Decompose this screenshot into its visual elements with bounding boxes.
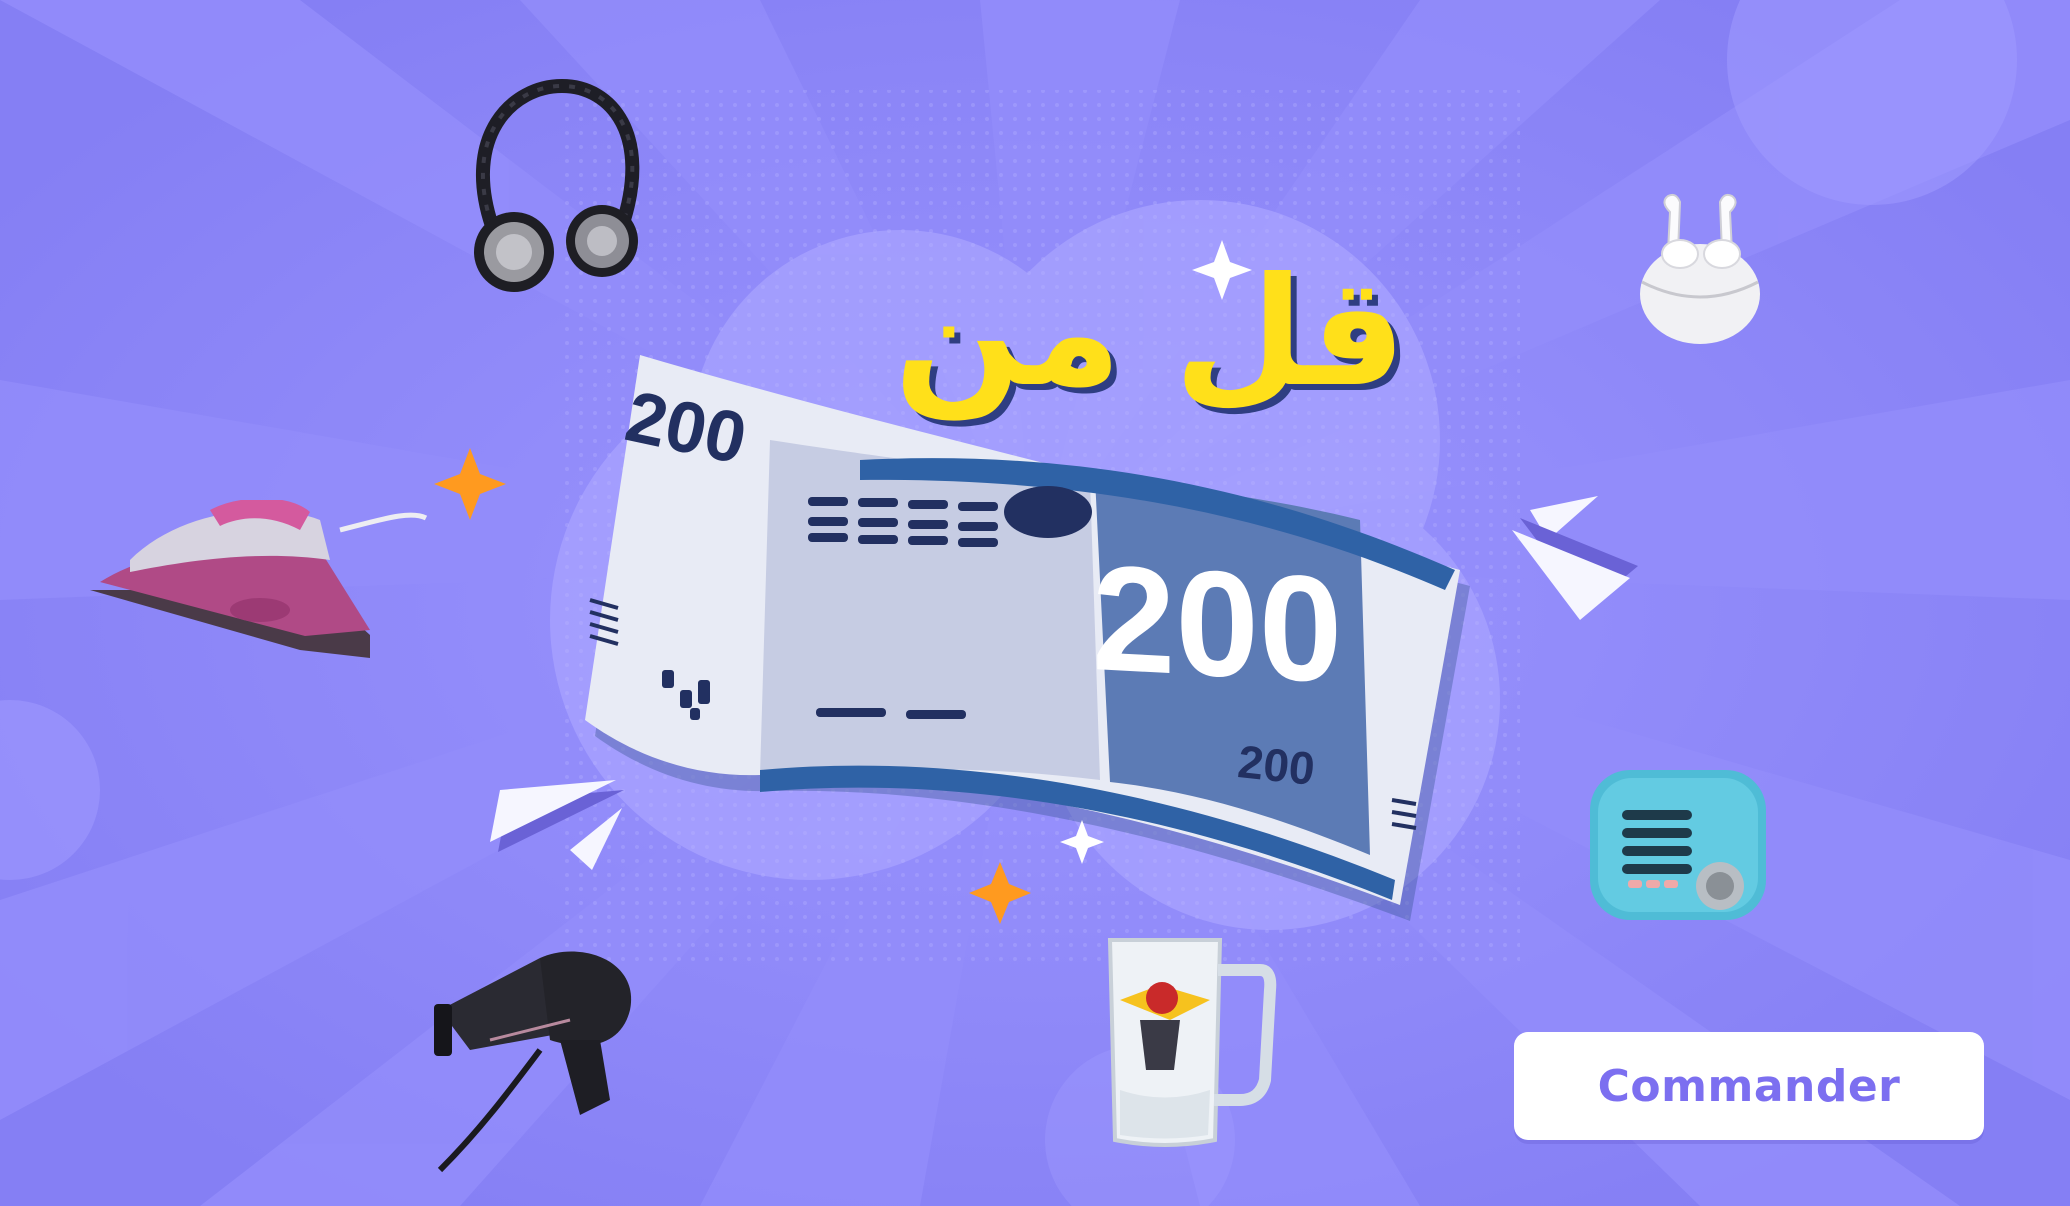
hair-dryer-icon[interactable]	[430, 940, 650, 1180]
banknote-value: 200	[1092, 532, 1343, 715]
earbuds-icon[interactable]	[1630, 192, 1770, 352]
radio-speaker-icon[interactable]	[1584, 760, 1774, 950]
promo-banner: قل من 200 200 200 Commander	[0, 0, 2070, 1206]
headline: قل من	[893, 246, 1407, 420]
steam-iron-icon[interactable]	[90, 500, 430, 670]
banknote-small-value: 200	[1235, 735, 1318, 795]
headphones-icon[interactable]	[452, 76, 652, 316]
commander-button[interactable]: Commander	[1514, 1032, 1984, 1140]
beer-mug-icon[interactable]	[1100, 930, 1280, 1150]
